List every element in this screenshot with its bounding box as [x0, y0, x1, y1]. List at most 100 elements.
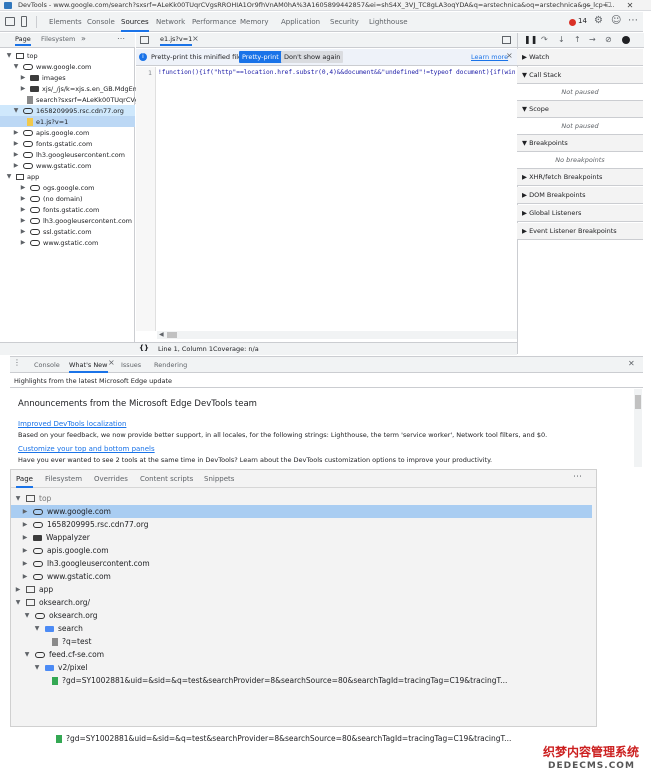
lower-panel-menu[interactable]: ⋯ [573, 472, 582, 482]
lower-tree-lh3[interactable]: ▶ lh3.googleusercontent.com [21, 557, 150, 570]
section-global-listeners[interactable]: ▶ Global Listeners [517, 205, 643, 222]
expand-right-icon[interactable]: ▶ [12, 151, 20, 158]
drawer-menu-icon[interactable]: ⋮ [13, 358, 21, 367]
lower-tab-page[interactable]: Page [16, 470, 33, 488]
lower-tab-snippets[interactable]: Snippets [204, 470, 234, 488]
maximize-button[interactable]: ☐ [598, 0, 618, 11]
learn-more-link[interactable]: Learn more [471, 53, 508, 61]
expand-right-icon[interactable]: ▶ [19, 74, 27, 81]
tree-item-images[interactable]: ▶ images [19, 72, 66, 83]
expand-right-icon[interactable]: ▶ [12, 162, 20, 169]
tree-item-ssl-gstatic[interactable]: ▶ ssl.gstatic.com [19, 226, 92, 237]
navigator-menu[interactable]: ⋯ [117, 34, 125, 43]
tree-item-fonts-gstatic[interactable]: ▶ fonts.gstatic.com [12, 138, 93, 149]
tree-item-e1js[interactable]: e1.js?v=1 [0, 116, 135, 127]
drawer-tab-console[interactable]: Console [34, 357, 60, 373]
tree-item-ogs-google[interactable]: ▶ ogs.google.com [19, 182, 95, 193]
dont-show-again-button[interactable]: Don't show again [281, 51, 344, 63]
section-xhr-breakpoints[interactable]: ▶ XHR/fetch Breakpoints [517, 169, 643, 186]
editor-tab-close[interactable]: × [192, 34, 199, 43]
scrollbar-thumb[interactable] [635, 395, 641, 409]
tree-item-www-google[interactable]: ▼ www.google.com [12, 61, 92, 72]
close-window-button[interactable]: ✕ [620, 0, 640, 11]
lower-tree-search-folder[interactable]: ▼ search [33, 622, 83, 635]
customize-panels-link[interactable]: Customize your top and bottom panels [18, 445, 155, 453]
drawer-tab-whats-new[interactable]: What's New [69, 357, 108, 373]
tree-item-app-lh3[interactable]: ▶ lh3.googleusercontent.com [19, 215, 132, 226]
expand-right-icon[interactable]: ▶ [14, 586, 22, 593]
expand-down-icon[interactable]: ▼ [12, 107, 20, 114]
step-over-icon[interactable]: ↷ [541, 35, 548, 44]
minimize-button[interactable]: ─ [578, 0, 598, 11]
lower-tab-filesystem[interactable]: Filesystem [45, 470, 82, 488]
drawer-tab-close[interactable]: × [108, 358, 115, 367]
expand-right-icon[interactable]: ▶ [19, 239, 27, 246]
tree-item-app[interactable]: ▼ app [5, 171, 40, 182]
expand-right-icon[interactable]: ▶ [21, 508, 29, 515]
drawer-close-button[interactable]: ✕ [628, 359, 635, 368]
tab-memory[interactable]: Memory [240, 12, 268, 32]
section-watch[interactable]: ▶ Watch [517, 49, 643, 66]
lower-tree-wappalyzer[interactable]: ▶ Wappalyzer [21, 531, 90, 544]
editor-tab-e1js[interactable]: e1.js?v=1 [160, 35, 193, 46]
tree-item-apis-google[interactable]: ▶ apis.google.com [12, 127, 90, 138]
tree-item-lh3[interactable]: ▶ lh3.googleusercontent.com [12, 149, 125, 160]
tree-item-no-domain[interactable]: ▶ (no domain) [19, 193, 83, 204]
lower-tree-oksearch-org[interactable]: ▼ oksearch.org [23, 609, 98, 622]
pretty-print-braces-button[interactable]: {} [139, 344, 149, 352]
step-icon[interactable]: → [589, 35, 596, 44]
expand-right-icon[interactable]: ▶ [21, 573, 29, 580]
expand-down-icon[interactable]: ▼ [12, 63, 20, 70]
lower-tree-top[interactable]: ▼ top [14, 492, 52, 505]
expand-down-icon[interactable]: ▼ [33, 664, 41, 671]
lower-tree-apis-google[interactable]: ▶ apis.google.com [21, 544, 109, 557]
navigator-more-tabs[interactable]: » [81, 34, 86, 43]
more-options-icon[interactable]: ⋯ [628, 15, 638, 26]
tab-application[interactable]: Application [281, 12, 320, 32]
tab-network[interactable]: Network [156, 12, 185, 32]
expand-right-icon[interactable]: ▶ [19, 206, 27, 213]
navigator-tab-page[interactable]: Page [15, 35, 31, 46]
expand-right-icon[interactable]: ▶ [21, 560, 29, 567]
expand-right-icon[interactable]: ▶ [12, 140, 20, 147]
expand-right-icon[interactable]: ▶ [19, 217, 27, 224]
expand-right-icon[interactable]: ▶ [19, 184, 27, 191]
profile-icon[interactable]: ☺ [611, 15, 621, 26]
expand-right-icon[interactable]: ▶ [21, 521, 29, 528]
expand-right-icon[interactable]: ▶ [12, 129, 20, 136]
expand-down-icon[interactable]: ▼ [14, 495, 22, 502]
tree-item-www-gstatic[interactable]: ▶ www.gstatic.com [12, 160, 92, 171]
section-breakpoints[interactable]: ▼ Breakpoints [517, 135, 643, 152]
tab-sources[interactable]: Sources [121, 12, 149, 32]
tree-item-xjs[interactable]: ▶ xjs/_/js/k=xjs.s.en_GB.MdgEma [19, 83, 143, 94]
section-call-stack[interactable]: ▼ Call Stack [517, 67, 643, 84]
settings-gear-icon[interactable]: ⚙ [594, 15, 603, 26]
lower-tree-app[interactable]: ▶ app [14, 583, 53, 596]
expand-right-icon[interactable]: ▶ [19, 228, 27, 235]
localization-link[interactable]: Improved DevTools localization [18, 420, 126, 428]
toggle-navigator-icon[interactable] [140, 36, 149, 44]
section-dom-breakpoints[interactable]: ▶ DOM Breakpoints [517, 187, 643, 204]
tab-elements[interactable]: Elements [49, 12, 82, 32]
drawer-tab-rendering[interactable]: Rendering [154, 357, 187, 373]
tree-item-cdn77[interactable]: ▼ 1658209995.rsc.cdn77.org [0, 105, 135, 116]
navigator-tab-filesystem[interactable]: Filesystem [41, 35, 75, 43]
lower-tree-oksearch-root[interactable]: ▼ oksearch.org/ [14, 596, 90, 609]
tree-item-search[interactable]: search?sxsrf=ALeKk00TUqrCVg [27, 94, 139, 105]
deactivate-breakpoints-icon[interactable]: ⊘ [605, 35, 612, 44]
tree-item-top[interactable]: ▼ top [5, 50, 38, 61]
section-event-listener-breakpoints[interactable]: ▶ Event Listener Breakpoints [517, 223, 643, 240]
lower-tree-pixel-request[interactable]: ?gd=SY1002881&uid=&sid=&q=test&searchPro… [52, 674, 507, 687]
expand-down-icon[interactable]: ▼ [23, 612, 31, 619]
tree-item-app-www-gstatic[interactable]: ▶ www.gstatic.com [19, 237, 99, 248]
lower-tree-feed-cf-se[interactable]: ▼ feed.cf-se.com [23, 648, 104, 661]
expand-right-icon[interactable]: ▶ [19, 195, 27, 202]
tab-lighthouse[interactable]: Lighthouse [369, 12, 408, 32]
expand-down-icon[interactable]: ▼ [23, 651, 31, 658]
lower-tree-q-test[interactable]: ?q=test [52, 635, 91, 648]
step-out-icon[interactable]: ↑ [574, 35, 581, 44]
drawer-tab-issues[interactable]: Issues [121, 357, 141, 373]
editor-horizontal-scrollbar[interactable]: ◀ [157, 331, 517, 339]
lower-tree-v2-pixel[interactable]: ▼ v2/pixel [33, 661, 88, 674]
expand-down-icon[interactable]: ▼ [5, 173, 13, 180]
